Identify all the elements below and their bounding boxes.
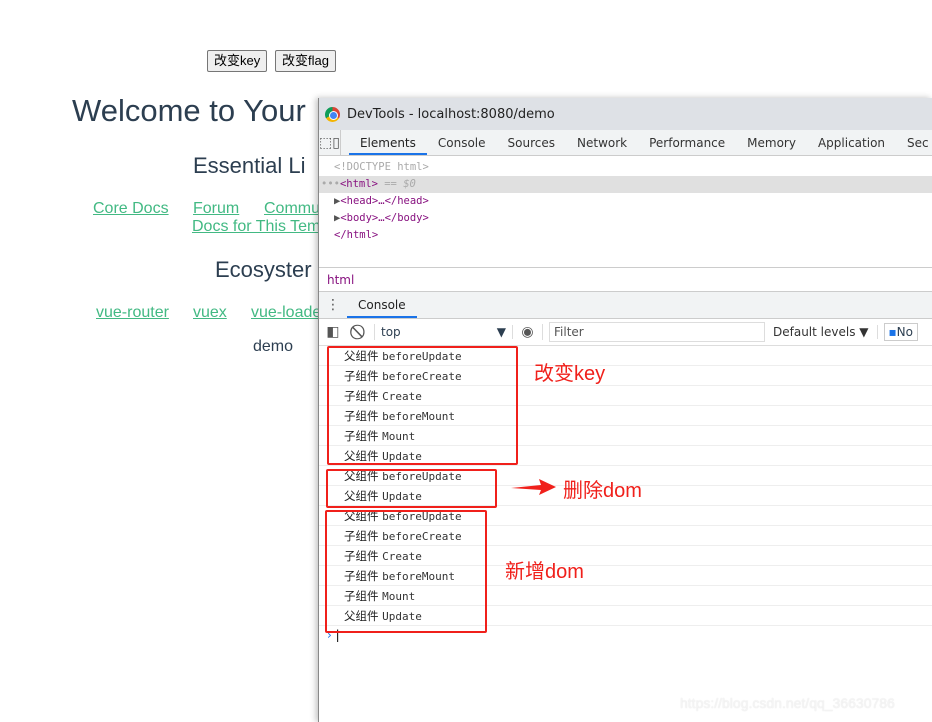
context-value: top [381,325,401,339]
drawer-tab-console[interactable]: Console [347,292,417,318]
message-icon: ▪ [888,325,897,339]
template-docs-link[interactable]: Docs for This Tem [192,218,320,236]
watermark: https://blog.csdn.net/qq_36630786 [680,695,895,711]
breadcrumb[interactable]: html [319,267,932,291]
clear-console-icon[interactable]: ⃠ [347,324,375,340]
annotation-box-2 [326,469,497,508]
inspect-icon[interactable]: ⬚ [319,130,332,155]
html-close-node: </html> [334,229,379,241]
html-node[interactable]: •••<html> == $0 [319,176,932,193]
head-tag: <head>…</head> [340,195,429,207]
vue-router-link[interactable]: vue-router [96,304,169,322]
filter-input[interactable]: Filter [549,322,765,342]
console-toolbar: ◧ ⃠ top ▼ ◉ Filter Default levels ▼ ▪No [319,319,932,346]
chrome-logo-icon [325,106,340,122]
annotation-label-delete-dom: 删除dom [563,480,642,502]
annotation-box-1 [327,346,518,465]
selected-marker: == $0 [384,178,416,190]
page-title: Welcome to Your [72,93,306,128]
devtools-tabs: ⬚ ▯ Elements Console Sources Network Per… [319,130,932,156]
tab-console[interactable]: Console [427,130,497,155]
forum-link[interactable]: Forum [193,200,239,218]
demo-text: demo [253,338,294,355]
annotation-box-3 [325,510,487,633]
essential-links-heading: Essential Li [193,153,306,178]
arrow-icon [511,479,556,495]
change-key-button[interactable]: 改变key [207,50,268,72]
change-flag-button[interactable]: 改变flag [275,50,336,72]
device-toggle-icon[interactable]: ▯ [332,130,341,155]
core-docs-link[interactable]: Core Docs [93,200,169,218]
tab-performance[interactable]: Performance [638,130,736,155]
tab-security[interactable]: Sec [896,130,932,155]
drawer-tabs: ⋮ Console [319,291,932,319]
tab-application[interactable]: Application [807,130,896,155]
tab-network[interactable]: Network [566,130,638,155]
tab-sources[interactable]: Sources [497,130,566,155]
html-tag: <html> [339,178,378,190]
tab-memory[interactable]: Memory [736,130,807,155]
context-select[interactable]: top ▼ [375,325,513,339]
default-levels-select[interactable]: Default levels ▼ [773,325,878,339]
elements-tree: <!DOCTYPE html> •••<html> == $0 ▶<head>…… [319,156,932,267]
ecosystem-heading: Ecosyster [215,257,312,282]
dropdown-arrow-icon: ▼ [496,325,506,339]
body-node[interactable]: ▶<body>…</body> [319,210,932,227]
sidebar-toggle-icon[interactable]: ◧ [319,324,347,340]
more-menu-icon[interactable]: ⋮ [319,292,347,318]
tab-elements[interactable]: Elements [348,130,427,155]
annotation-label-add-dom: 新增dom [505,561,584,583]
vue-loader-link[interactable]: vue-loade [251,304,321,322]
eye-icon[interactable]: ◉ [513,324,543,340]
issues-button[interactable]: ▪No [883,323,918,341]
devtools-titlebar: DevTools - localhost:8080/demo [319,98,932,130]
issues-label: No [896,325,913,339]
vuex-link[interactable]: vuex [193,304,227,322]
devtools-title: DevTools - localhost:8080/demo [347,106,555,122]
body-tag: <body>…</body> [340,212,429,224]
head-node[interactable]: ▶<head>…</head> [319,193,932,210]
annotation-label-change-key: 改变key [534,363,606,385]
community-link[interactable]: Commu [264,200,320,218]
doctype-node[interactable]: <!DOCTYPE html> [319,159,932,176]
